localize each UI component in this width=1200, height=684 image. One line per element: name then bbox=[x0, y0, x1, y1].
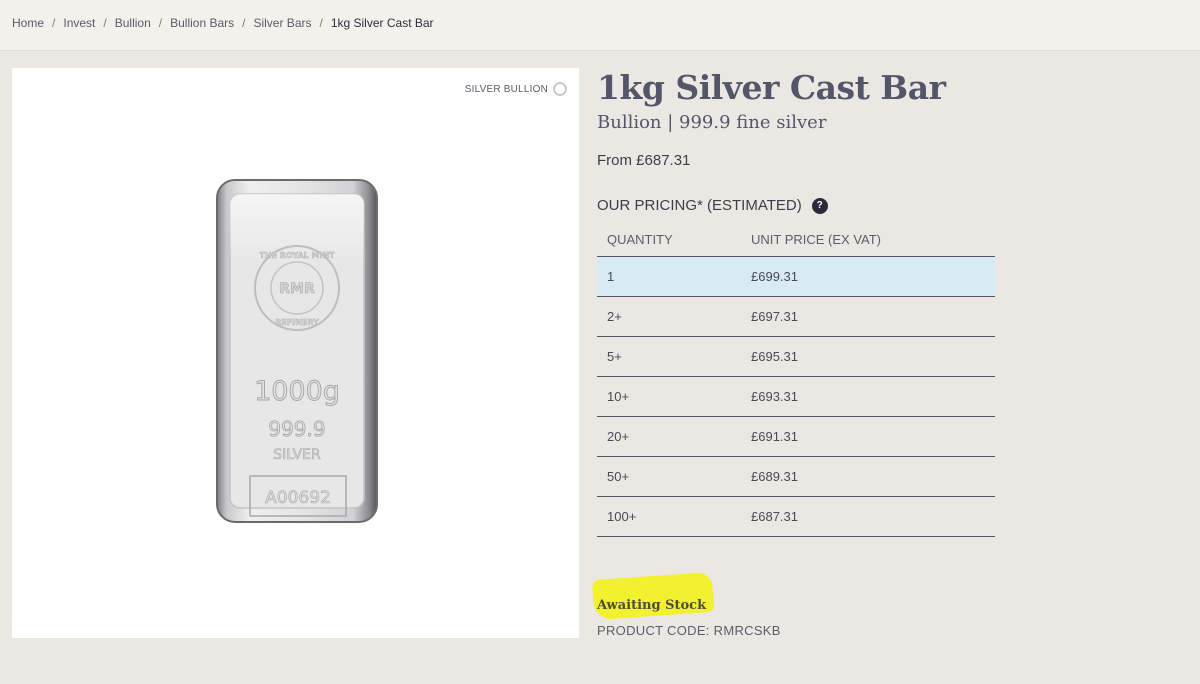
breadcrumb-bar: Home / Invest / Bullion / Bullion Bars / Silver … bbox=[0, 0, 1200, 51]
badge-label: SILVER BULLION bbox=[464, 83, 548, 95]
price-cell: £691.31 bbox=[741, 416, 995, 457]
stock-status: Awaiting Stock bbox=[597, 598, 707, 613]
breadcrumb-separator: / bbox=[103, 16, 107, 30]
table-row[interactable]: 5+ £695.31 bbox=[597, 336, 995, 377]
table-row[interactable]: 1 £699.31 bbox=[597, 256, 995, 297]
table-row[interactable]: 10+ £693.31 bbox=[597, 376, 995, 417]
page-title: 1kg Silver Cast Bar bbox=[597, 68, 946, 107]
quantity-cell: 50+ bbox=[597, 456, 741, 497]
pricing-heading-label: OUR PRICING* (ESTIMATED) bbox=[597, 197, 802, 214]
breadcrumb-separator: / bbox=[319, 16, 323, 30]
product-image-panel: SILVER BULLION RMR THE ROYAL MINT REFINE… bbox=[12, 68, 579, 638]
quantity-cell: 1 bbox=[597, 256, 741, 297]
pricing-table-header: QUANTITY UNIT PRICE (EX VAT) bbox=[597, 222, 995, 257]
pricing-heading: OUR PRICING* (ESTIMATED) ? bbox=[597, 197, 997, 214]
quantity-cell: 5+ bbox=[597, 336, 741, 377]
pricing-table: QUANTITY UNIT PRICE (EX VAT) 1 £699.31 2… bbox=[597, 222, 995, 537]
price-cell: £695.31 bbox=[741, 336, 995, 377]
table-row[interactable]: 100+ £687.31 bbox=[597, 496, 995, 537]
table-row[interactable]: 20+ £691.31 bbox=[597, 416, 995, 457]
unit-price-header: UNIT PRICE (EX VAT) bbox=[741, 222, 995, 257]
breadcrumb-bullion[interactable]: Bullion bbox=[115, 16, 151, 30]
quantity-cell: 20+ bbox=[597, 416, 741, 457]
product-subtitle: Bullion | 999.9 fine silver bbox=[597, 112, 827, 133]
bar-serial-text: A00692 bbox=[265, 488, 331, 508]
breadcrumb-separator: / bbox=[52, 16, 56, 30]
breadcrumb-separator: / bbox=[158, 16, 163, 30]
mint-bottom-text: REFINERY bbox=[275, 318, 319, 327]
table-row[interactable]: 2+ £697.31 bbox=[597, 296, 995, 337]
quantity-cell: 10+ bbox=[597, 376, 741, 417]
price-cell: £689.31 bbox=[741, 456, 995, 497]
silver-bullion-badge: SILVER BULLION bbox=[465, 82, 567, 96]
help-icon[interactable]: ? bbox=[811, 197, 828, 214]
price-cell: £693.31 bbox=[741, 376, 995, 417]
stock-status-wrap: Awaiting Stock bbox=[591, 571, 715, 621]
quantity-header: QUANTITY bbox=[597, 222, 741, 257]
breadcrumb-current: 1kg Silver Cast Bar bbox=[330, 16, 434, 30]
breadcrumb-silver-bars[interactable]: Silver Bars bbox=[253, 16, 311, 30]
breadcrumb-separator: / bbox=[242, 16, 246, 30]
product-code: PRODUCT CODE: RMRCSKB bbox=[597, 623, 781, 638]
silver-bar-image: RMR THE ROYAL MINT REFINERY 1000g 999.9 … bbox=[216, 179, 378, 523]
from-price: From £687.31 bbox=[597, 152, 691, 169]
circle-icon bbox=[553, 82, 567, 96]
quantity-cell: 2+ bbox=[597, 296, 741, 337]
bar-purity-text: 999.9 bbox=[268, 417, 325, 441]
price-cell: £699.31 bbox=[741, 256, 995, 297]
breadcrumb-home[interactable]: Home bbox=[12, 16, 44, 30]
mint-top-text: THE ROYAL MINT bbox=[259, 251, 335, 260]
price-cell: £697.31 bbox=[741, 296, 995, 337]
mint-logo-text: RMR bbox=[279, 281, 315, 297]
price-cell: £687.31 bbox=[741, 496, 995, 537]
bar-metal-text: SILVER bbox=[273, 447, 321, 463]
product-info: 1kg Silver Cast Bar Bullion | 999.9 fine… bbox=[597, 66, 997, 537]
quantity-cell: 100+ bbox=[597, 496, 741, 537]
breadcrumb-bullion-bars[interactable]: Bullion Bars bbox=[170, 16, 234, 30]
breadcrumb: Home / Invest / Bullion / Bullion Bars / Silver … bbox=[12, 16, 434, 30]
bar-weight-text: 1000g bbox=[254, 376, 340, 407]
breadcrumb-invest[interactable]: Invest bbox=[63, 16, 95, 30]
table-row[interactable]: 50+ £689.31 bbox=[597, 456, 995, 497]
